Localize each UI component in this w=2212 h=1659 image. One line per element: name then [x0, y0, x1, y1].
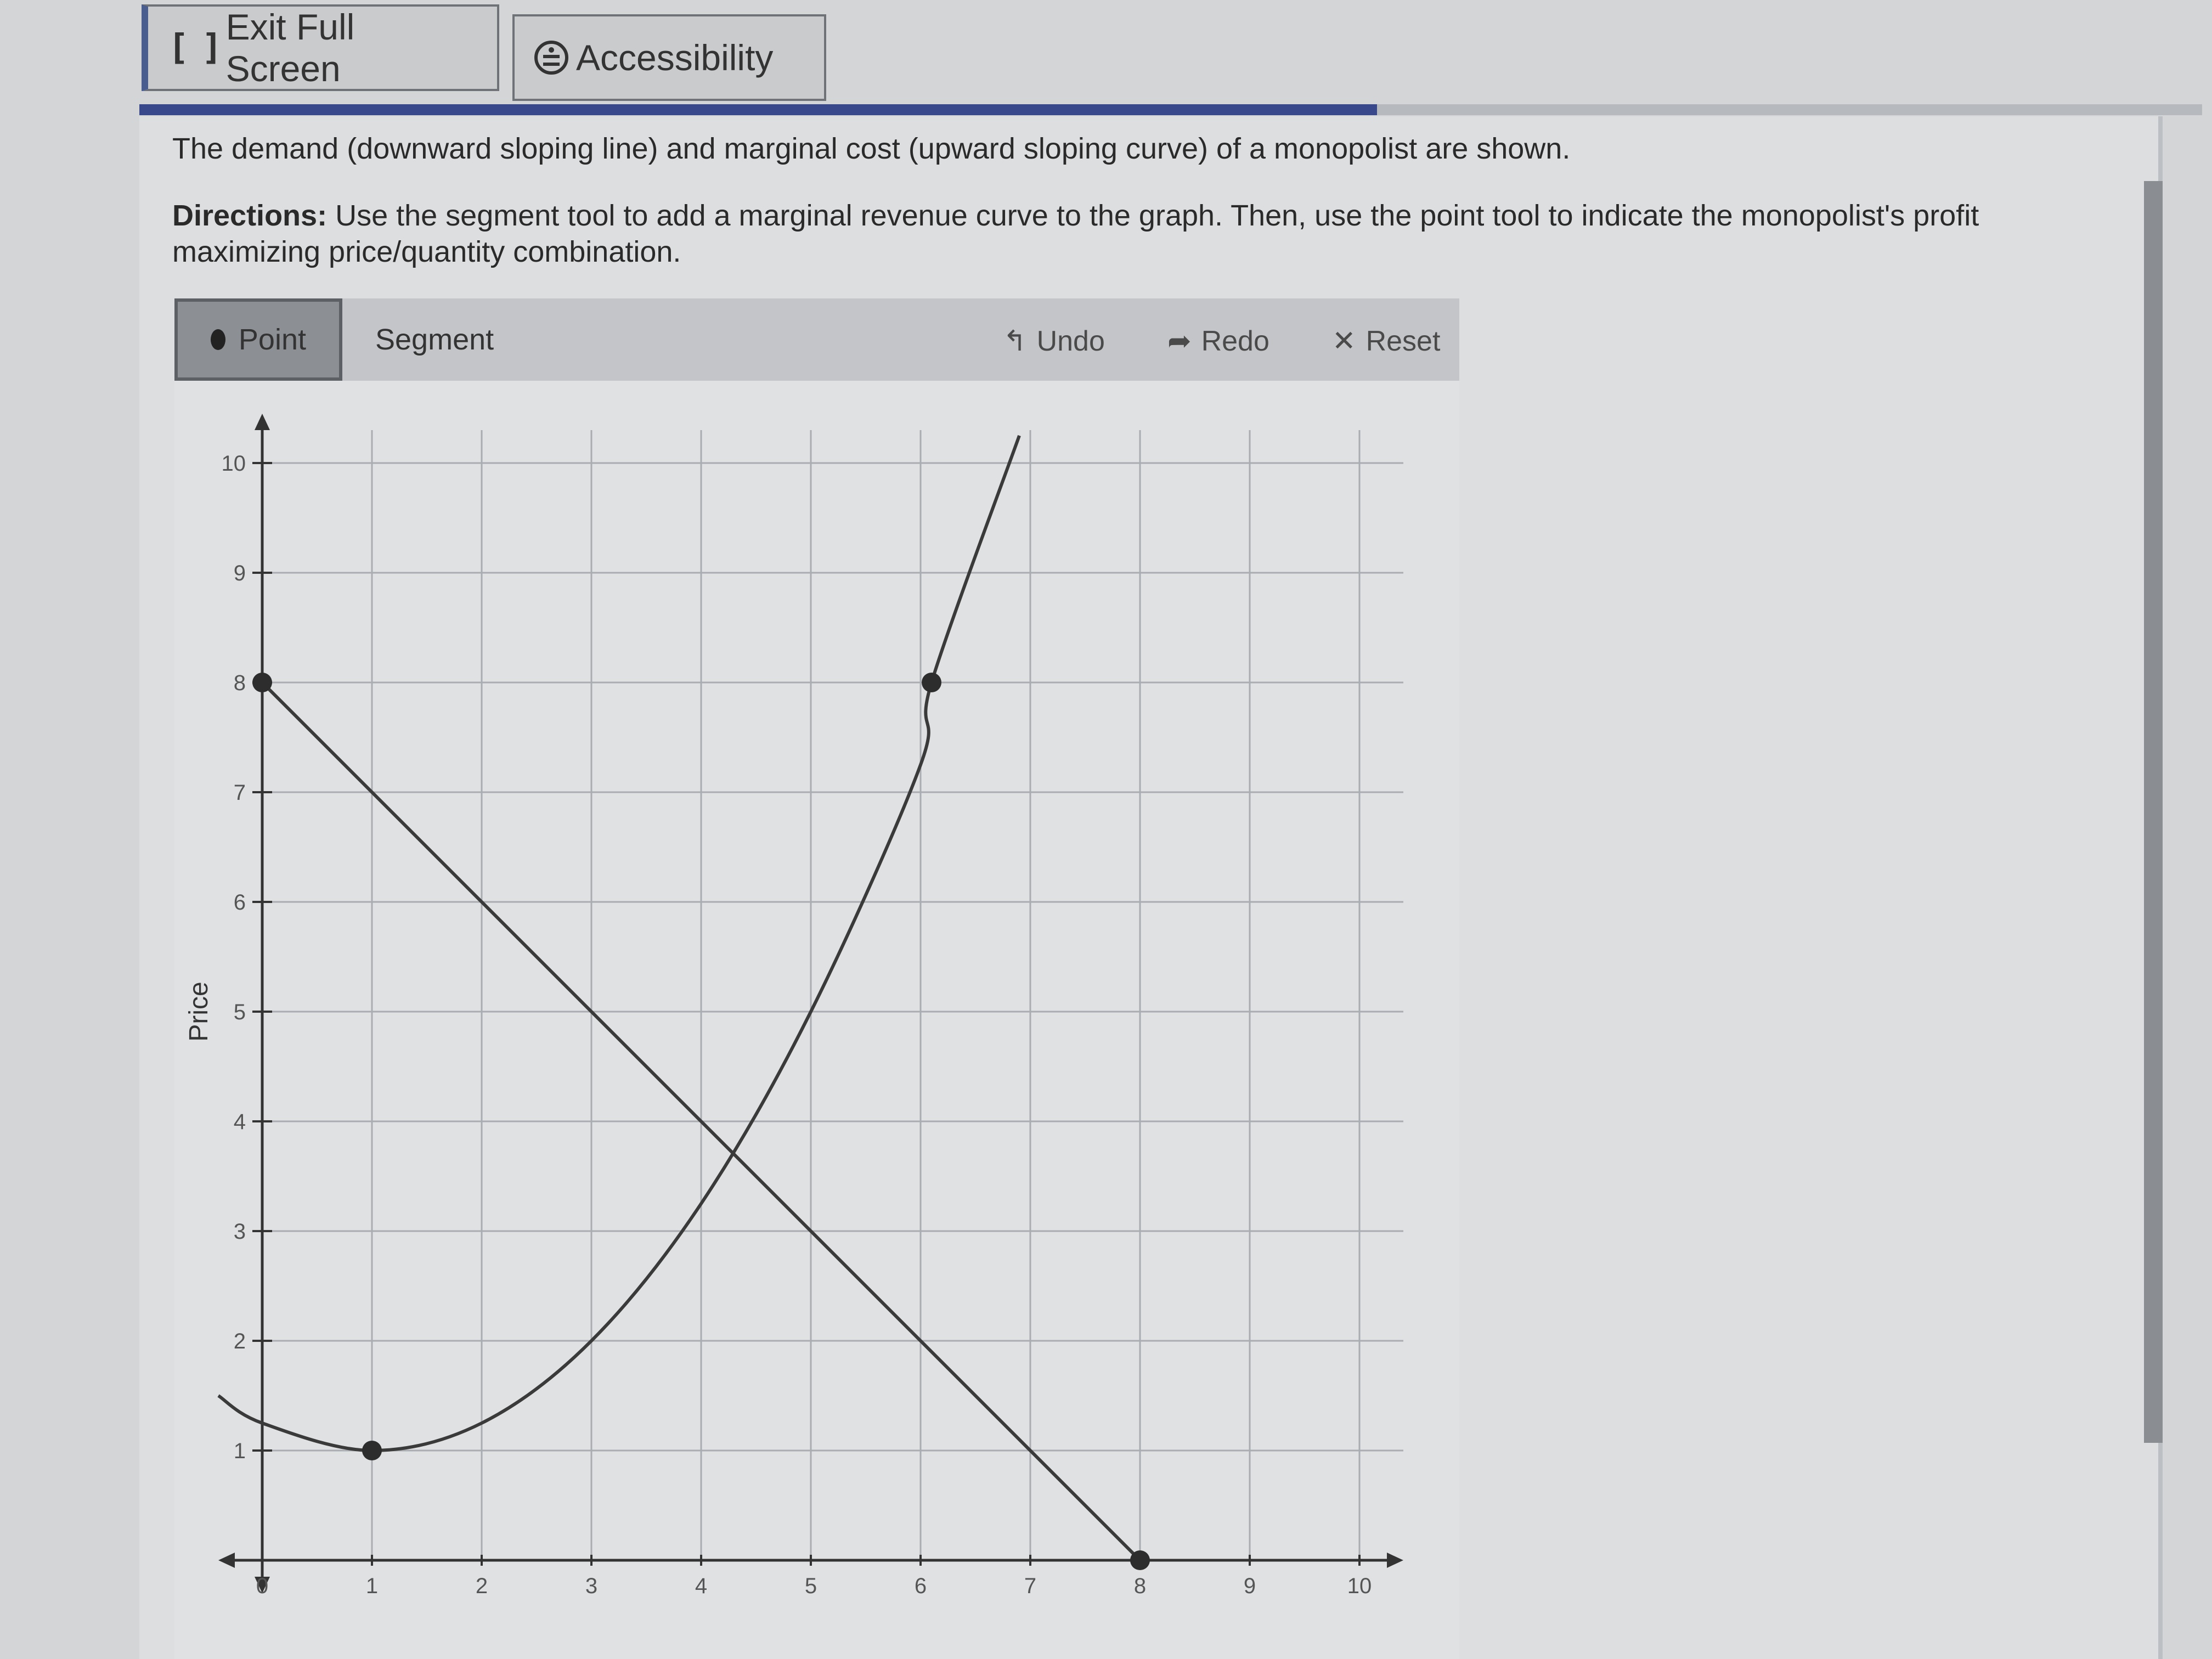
directions-text: Use the segment tool to add a marginal r…	[172, 199, 1979, 268]
segment-tool-button[interactable]: Segment	[342, 298, 518, 381]
x-tick-label: 10	[1347, 1574, 1372, 1598]
accessibility-button[interactable]: Accessibility	[512, 14, 826, 101]
close-icon: ✕	[1332, 325, 1356, 357]
y-axis-arrow-icon	[255, 414, 270, 430]
y-tick-label: 10	[222, 452, 246, 476]
reset-label: Reset	[1365, 325, 1441, 357]
redo-button[interactable]: ➦ Redo	[1167, 325, 1269, 358]
x-tick-label: 8	[1134, 1574, 1146, 1598]
x-tick-label: 3	[585, 1574, 597, 1598]
marginal-cost-curve-point	[922, 673, 941, 692]
x-tick-label: 4	[695, 1574, 707, 1598]
x-tick-label: 1	[366, 1574, 378, 1598]
y-tick-label: 5	[234, 1000, 246, 1024]
scrollbar[interactable]	[2144, 181, 2163, 1443]
accessibility-icon	[534, 41, 568, 75]
y-axis-label: Price	[184, 981, 213, 1041]
y-tick-label: 7	[234, 781, 246, 805]
marginal-cost-curve	[217, 435, 1021, 1453]
y-tick-label: 9	[234, 561, 246, 585]
undo-icon: ↰	[1003, 325, 1027, 357]
point-tool-button[interactable]: Point	[174, 298, 342, 381]
price-quantity-graph[interactable]: 0 1 2 3 4 5 6 7 8 9 10 1 2 3 4 5 6 7 8 9 10 Price	[174, 381, 1459, 1659]
progress-fill	[139, 104, 1377, 115]
graph-canvas[interactable]: 0 1 2 3 4 5 6 7 8 9 10 1 2 3 4 5 6 7 8 9 10 Price	[174, 381, 1459, 1659]
x-tick-label: 6	[915, 1574, 927, 1598]
progress-bar	[139, 104, 2202, 115]
marginal-cost-curve-point	[362, 1441, 382, 1460]
y-tick-label: 2	[234, 1329, 246, 1353]
y-tick-label: 1	[234, 1439, 246, 1463]
demand-line-point	[252, 673, 272, 692]
x-tick-label: 0	[256, 1574, 268, 1598]
x-tick-label: 5	[805, 1574, 817, 1598]
undo-label: Undo	[1036, 325, 1105, 357]
y-tick-label: 6	[234, 890, 246, 915]
y-tick-label: 3	[234, 1220, 246, 1244]
redo-label: Redo	[1201, 325, 1269, 357]
x-tick-label: 7	[1024, 1574, 1036, 1598]
question-prompt: The demand (downward sloping line) and m…	[172, 132, 1571, 165]
x-axis-arrow-left-icon	[218, 1553, 235, 1568]
x-tick-label: 9	[1244, 1574, 1256, 1598]
fullscreen-icon: [ ]	[168, 27, 223, 68]
redo-icon: ➦	[1167, 325, 1192, 357]
point-icon	[211, 329, 225, 350]
question-directions: Directions: Use the segment tool to add …	[172, 198, 2065, 270]
directions-label: Directions:	[172, 199, 328, 232]
accessibility-label: Accessibility	[576, 37, 774, 78]
exit-full-screen-label: Exit Full Screen	[225, 7, 355, 89]
demand-line-point	[1130, 1550, 1150, 1570]
point-tool-label: Point	[238, 323, 306, 356]
undo-button[interactable]: ↰ Undo	[1003, 325, 1105, 358]
reset-button[interactable]: ✕ Reset	[1332, 325, 1440, 358]
x-tick-label: 2	[476, 1574, 488, 1598]
y-tick-label: 8	[234, 671, 246, 695]
exit-full-screen-button[interactable]: [ ] Exit Full Screen	[142, 4, 499, 91]
y-tick-label: 4	[234, 1110, 246, 1134]
segment-tool-label: Segment	[375, 323, 494, 356]
x-axis-arrow-icon	[1387, 1553, 1403, 1568]
graph-toolbar: Point Segment ↰ Undo ➦ Redo ✕ Reset	[174, 298, 1459, 381]
